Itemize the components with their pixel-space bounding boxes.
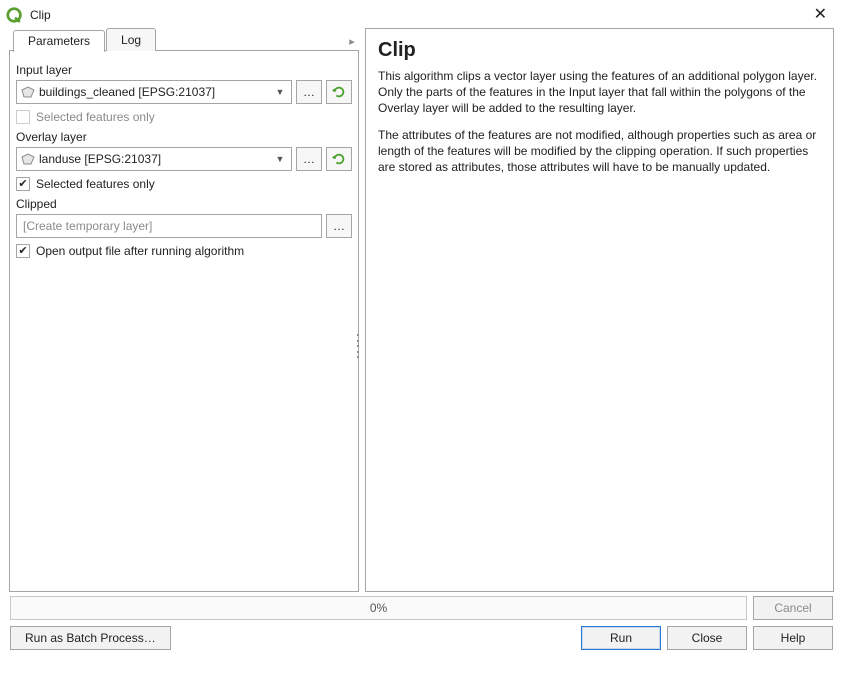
tab-parameters[interactable]: Parameters xyxy=(13,30,105,52)
clipped-placeholder: [Create temporary layer] xyxy=(23,219,152,233)
input-layer-value: buildings_cleaned [EPSG:21037] xyxy=(39,85,215,99)
help-paragraph: The attributes of the features are not m… xyxy=(378,127,821,176)
parameters-body: Input layer buildings_cleaned [EPSG:2103… xyxy=(9,50,359,592)
polygon-layer-icon xyxy=(21,153,35,165)
main-content: Parameters Log ▸ Input layer buildings_c… xyxy=(0,28,843,592)
clipped-output-input[interactable]: [Create temporary layer] xyxy=(16,214,322,238)
help-panel: Clip This algorithm clips a vector layer… xyxy=(365,28,834,592)
overlay-selected-only-label: Selected features only xyxy=(36,177,155,191)
open-output-label: Open output file after running algorithm xyxy=(36,244,244,258)
titlebar: Clip ✕ xyxy=(0,0,843,28)
help-paragraph: This algorithm clips a vector layer usin… xyxy=(378,68,821,117)
iterate-icon xyxy=(332,152,346,166)
input-layer-browse-button[interactable]: … xyxy=(296,80,322,104)
input-layer-iterate-button[interactable] xyxy=(326,80,352,104)
qgis-icon xyxy=(6,6,24,24)
input-layer-label: Input layer xyxy=(16,63,352,77)
open-output-checkbox[interactable]: ✔ xyxy=(16,244,30,258)
help-title: Clip xyxy=(378,39,821,62)
progress-text: 0% xyxy=(370,601,387,615)
input-selected-only-label: Selected features only xyxy=(36,110,155,124)
overlay-selected-only-checkbox[interactable]: ✔ xyxy=(16,177,30,191)
tab-log[interactable]: Log xyxy=(106,28,156,51)
polygon-layer-icon xyxy=(21,86,35,98)
progress-bar: 0% xyxy=(10,596,747,620)
overlay-layer-browse-button[interactable]: … xyxy=(296,147,322,171)
overlay-layer-label: Overlay layer xyxy=(16,130,352,144)
overlay-layer-value: landuse [EPSG:21037] xyxy=(39,152,161,166)
clipped-label: Clipped xyxy=(16,197,352,211)
chevron-down-icon: ▼ xyxy=(273,154,287,164)
input-layer-combo[interactable]: buildings_cleaned [EPSG:21037] ▼ xyxy=(16,80,292,104)
close-button[interactable]: Close xyxy=(667,626,747,650)
window-title: Clip xyxy=(30,8,51,22)
clipped-output-browse-button[interactable]: … xyxy=(326,214,352,238)
run-button[interactable]: Run xyxy=(581,626,661,650)
overlay-layer-iterate-button[interactable] xyxy=(326,147,352,171)
cancel-button[interactable]: Cancel xyxy=(753,596,833,620)
close-icon[interactable]: ✕ xyxy=(808,5,833,25)
right-panel: Clip This algorithm clips a vector layer… xyxy=(365,28,834,592)
chevron-down-icon: ▼ xyxy=(273,87,287,97)
bottom-panel: 0% Cancel Run as Batch Process… Run Clos… xyxy=(0,592,843,658)
collapse-right-icon[interactable]: ▸ xyxy=(345,34,359,48)
overlay-layer-combo[interactable]: landuse [EPSG:21037] ▼ xyxy=(16,147,292,171)
left-panel: Parameters Log ▸ Input layer buildings_c… xyxy=(9,28,359,592)
input-selected-only-checkbox xyxy=(16,110,30,124)
iterate-icon xyxy=(332,85,346,99)
splitter-handle[interactable] xyxy=(356,334,360,358)
help-button[interactable]: Help xyxy=(753,626,833,650)
run-batch-button[interactable]: Run as Batch Process… xyxy=(10,626,171,650)
tab-strip: Parameters Log ▸ xyxy=(9,28,359,51)
